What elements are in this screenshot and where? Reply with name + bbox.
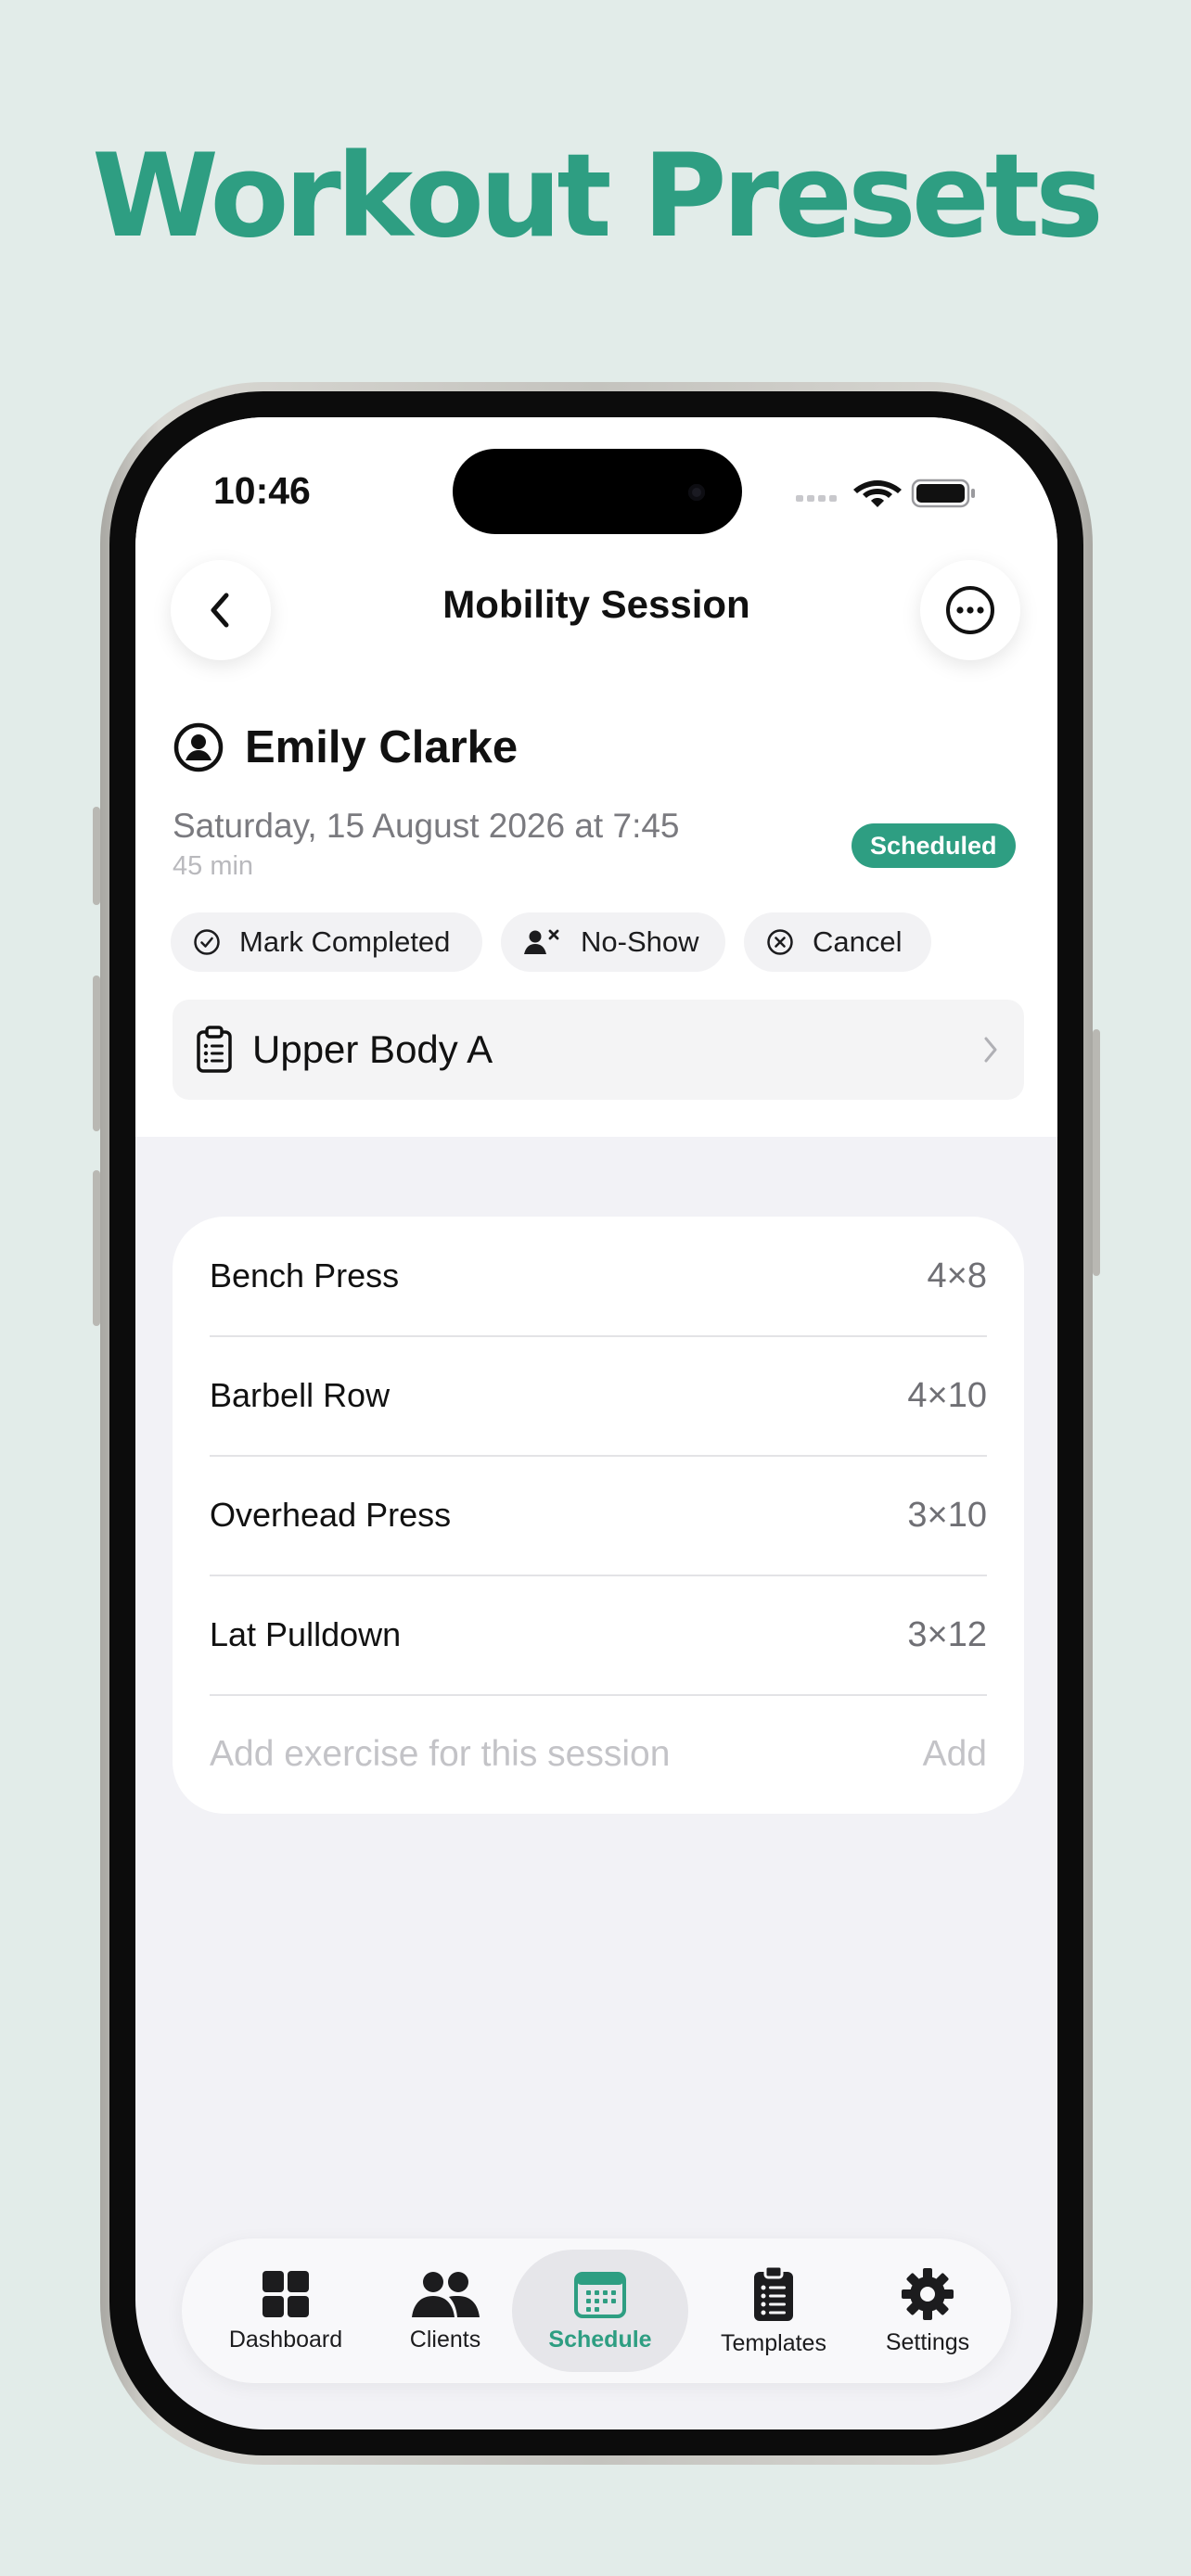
action-button [93, 807, 100, 905]
add-exercise-row: Add exercise for this session Add [210, 1695, 987, 1814]
people-icon [412, 2271, 480, 2317]
clipboard-list-icon [754, 2264, 793, 2321]
status-icons [796, 478, 975, 508]
status-badge: Scheduled [852, 823, 1016, 868]
page-title: Mobility Session [442, 582, 750, 626]
headline: Workout Presets [92, 130, 1104, 263]
camera-icon [688, 484, 705, 501]
tab-label: Settings [885, 2328, 970, 2355]
gear-icon [902, 2267, 954, 2320]
exercise-sets: 4×8 [927, 1256, 987, 1295]
grid-icon [263, 2270, 309, 2317]
list-item[interactable]: Overhead Press 3×10 [210, 1456, 987, 1575]
person-circle-icon [173, 722, 224, 772]
tab-label: Templates [721, 2329, 826, 2356]
no-show-label: No-Show [581, 925, 699, 958]
template-row[interactable]: Upper Body A [173, 1000, 1024, 1100]
add-exercise-input[interactable]: Add exercise for this session [210, 1734, 670, 1775]
person-xmark-icon [524, 929, 559, 954]
tab-templates[interactable]: Templates [696, 2238, 852, 2383]
exercise-sets: 3×10 [907, 1495, 987, 1535]
tab-label: Schedule [548, 2326, 652, 2353]
power-button [1093, 1029, 1100, 1276]
status-time: 10:46 [213, 469, 311, 512]
volume-up-button [93, 976, 100, 1131]
exercise-list-card: Bench Press 4×8 Barbell Row 4×10 Overhea… [173, 1217, 1024, 1814]
tab-settings[interactable]: Settings [850, 2238, 1005, 2383]
cancel-button[interactable]: Cancel [744, 912, 931, 972]
template-name: Upper Body A [252, 1027, 493, 1071]
clipboard-icon [197, 1026, 232, 1073]
cellular-signal-icon [796, 495, 837, 502]
client-name: Emily Clarke [245, 722, 519, 772]
ellipsis-circle-icon [946, 586, 994, 634]
list-item[interactable]: Lat Pulldown 3×12 [210, 1575, 987, 1694]
chevron-right-icon [984, 1037, 997, 1063]
phone-screen: 10:46 Mobility Session Emily Clarke Satu… [135, 417, 1057, 2429]
tab-label: Clients [409, 2326, 481, 2353]
calendar-icon [574, 2271, 626, 2318]
exercise-name: Barbell Row [210, 1376, 391, 1414]
xmark-circle-icon [767, 929, 793, 955]
session-duration: 45 min [173, 851, 254, 881]
exercise-sets: 3×12 [907, 1614, 987, 1654]
exercise-name: Overhead Press [210, 1496, 452, 1534]
cancel-label: Cancel [813, 925, 903, 958]
tab-label: Dashboard [228, 2326, 343, 2353]
exercise-name: Bench Press [210, 1256, 400, 1294]
battery-icon [911, 478, 975, 508]
session-date: Saturday, 15 August 2026 at 7:45 [173, 807, 680, 845]
exercise-name: Lat Pulldown [210, 1615, 402, 1653]
checkmark-circle-icon [194, 929, 220, 955]
client-row[interactable]: Emily Clarke [173, 721, 518, 773]
list-item[interactable]: Bench Press 4×8 [210, 1217, 987, 1335]
more-options-button[interactable] [920, 560, 1020, 660]
tab-bar: Dashboard Clients Schedule Templates Set… [182, 2238, 1011, 2383]
tab-schedule[interactable]: Schedule [512, 2250, 688, 2372]
tab-dashboard[interactable]: Dashboard [208, 2238, 364, 2383]
add-button[interactable]: Add [923, 1734, 987, 1775]
tab-clients[interactable]: Clients [367, 2238, 523, 2383]
wifi-icon [853, 480, 902, 507]
exercise-sets: 4×10 [907, 1375, 987, 1415]
mark-completed-button[interactable]: Mark Completed [171, 912, 482, 972]
no-show-button[interactable]: No-Show [501, 912, 725, 972]
list-item[interactable]: Barbell Row 4×10 [210, 1336, 987, 1455]
volume-down-button [93, 1170, 100, 1326]
mark-completed-label: Mark Completed [239, 925, 451, 958]
